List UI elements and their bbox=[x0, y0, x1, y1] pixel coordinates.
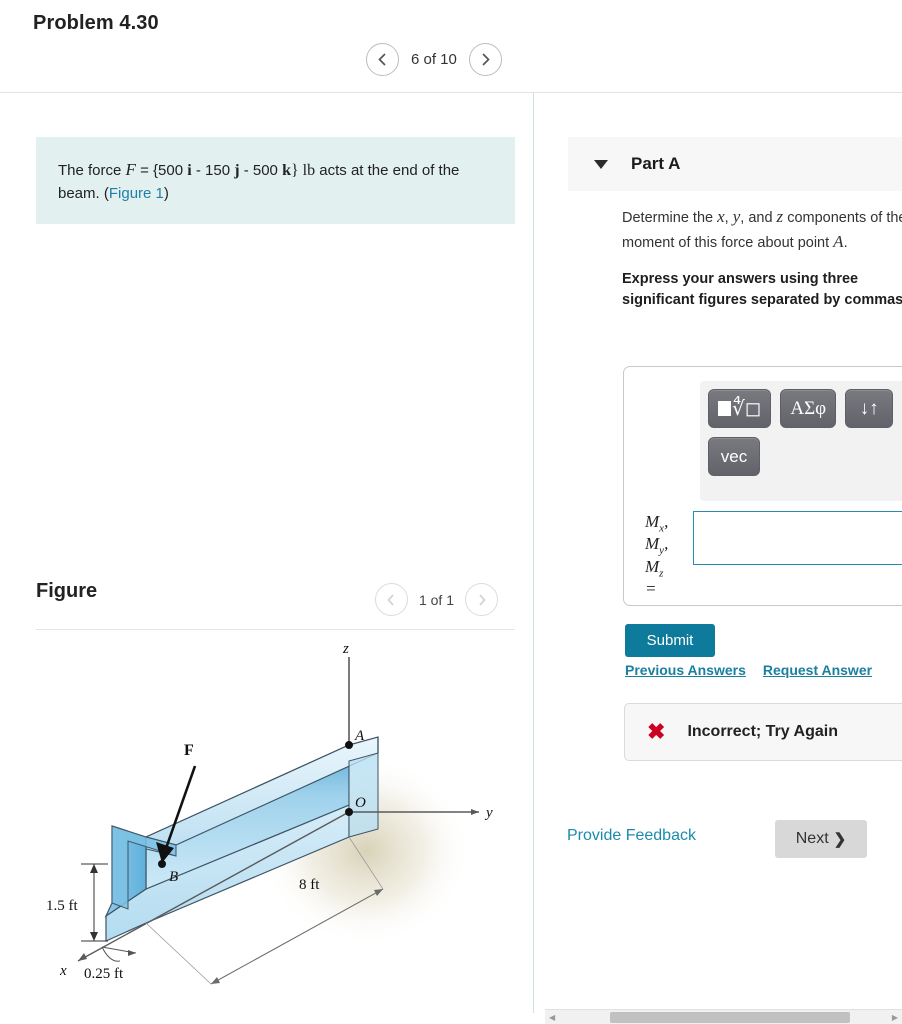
axis-z-label: z bbox=[342, 641, 349, 657]
point-a-label: A bbox=[354, 728, 365, 744]
point-a-marker bbox=[345, 741, 353, 749]
chevron-right-icon: ❯ bbox=[833, 831, 847, 848]
feedback-text: Incorrect; Try Again bbox=[687, 723, 838, 740]
dim-15ft-arrow-2 bbox=[90, 932, 98, 941]
axis-x-label: x bbox=[59, 963, 67, 979]
page-header: Problem 4.30 6 of 10 bbox=[0, 0, 902, 92]
math-toolbar-row-2: vec bbox=[708, 437, 902, 476]
scroll-right-arrow-icon[interactable]: ▶ bbox=[892, 1013, 898, 1022]
problem-statement: The force F = {500 i - 150 j - 500 k} lb… bbox=[36, 137, 515, 224]
page-title: Problem 4.30 bbox=[33, 12, 159, 34]
question-comma: , bbox=[724, 210, 733, 226]
part-a-label: Part A bbox=[631, 154, 681, 173]
force-symbol: F bbox=[125, 160, 136, 179]
part-a-body: Determine the x, y, and z components of … bbox=[622, 205, 902, 311]
submit-button[interactable]: Submit bbox=[625, 624, 715, 657]
label-mx-sub: x bbox=[659, 522, 665, 535]
label-mz: M bbox=[645, 556, 660, 576]
var-a: A bbox=[833, 231, 844, 251]
problem-navigation: 6 of 10 bbox=[366, 43, 502, 76]
x-mark-icon: ✖ bbox=[647, 719, 666, 744]
question-period: . bbox=[843, 234, 848, 251]
part-a-header[interactable]: Part A bbox=[568, 137, 902, 191]
unit-vector-k: k bbox=[282, 162, 291, 179]
dim-025ft-arrow bbox=[128, 950, 136, 956]
previous-answers-link[interactable]: Previous Answers bbox=[625, 662, 746, 678]
chevron-left-icon bbox=[378, 53, 386, 66]
dim-8ft-ext-1 bbox=[145, 922, 212, 985]
answer-equals: = bbox=[645, 578, 657, 598]
figure-header: Figure 1 of 1 bbox=[36, 580, 515, 628]
label-mx: M bbox=[645, 512, 660, 531]
dim-025ft-label: 0.25 ft bbox=[84, 966, 124, 982]
dim-15ft-arrow-1 bbox=[90, 864, 98, 873]
answer-variable-label: Mx, My, Mz = bbox=[645, 512, 669, 598]
answer-instruction: Express your answers using three signifi… bbox=[622, 271, 902, 309]
chevron-right-icon bbox=[482, 53, 490, 66]
problem-page: Problem 4.30 6 of 10 The force F = {500 … bbox=[0, 0, 902, 1024]
question-lead: Determine the bbox=[622, 210, 718, 226]
next-button[interactable]: Next ❯ bbox=[775, 820, 867, 858]
math-toolbar: ∜◻ ΑΣφ ↓↑ vec bbox=[700, 381, 902, 501]
statement-eq: = {500 bbox=[135, 162, 188, 179]
question-text: Determine the x, y, and z components of … bbox=[622, 205, 902, 254]
dim-8ft-label: 8 ft bbox=[299, 877, 320, 893]
point-b-label: B bbox=[169, 869, 178, 885]
dim-025ft-leader bbox=[101, 946, 121, 962]
point-o-label: O bbox=[355, 795, 366, 811]
label-my-sub: y bbox=[659, 544, 665, 557]
axis-x-arrow bbox=[78, 953, 87, 961]
undo-redo-button[interactable]: ↓↑ bbox=[845, 389, 894, 428]
math-template-button[interactable]: ∜◻ bbox=[708, 389, 772, 428]
label-my: M bbox=[645, 534, 660, 554]
caret-down-icon[interactable] bbox=[594, 159, 608, 169]
request-answer-link[interactable]: Request Answer bbox=[763, 662, 872, 678]
status-badge: ✖ Incorrect; Try Again bbox=[624, 703, 902, 761]
answer-row: Mx, My, Mz = bbox=[645, 511, 902, 598]
figure-diagram[interactable]: z y x A O B F 8 ft 1.5 ft 0.25 ft bbox=[36, 641, 515, 1024]
provide-feedback-link[interactable]: Provide Feedback bbox=[567, 827, 696, 845]
answer-panel: ∜◻ ΑΣφ ↓↑ vec Mx, My, Mz = bbox=[623, 366, 902, 606]
horizontal-scrollbar[interactable]: ◀ ▶ bbox=[545, 1009, 902, 1024]
figure-prev-button[interactable] bbox=[374, 583, 408, 616]
answer-links: Previous Answers Request Answer bbox=[625, 662, 872, 678]
axis-y-label: y bbox=[484, 805, 493, 821]
statement-unit: } lb bbox=[290, 162, 316, 179]
question-and: , and bbox=[740, 210, 777, 226]
math-toolbar-row-1: ∜◻ ΑΣφ ↓↑ bbox=[708, 389, 902, 428]
figure-next-button[interactable] bbox=[465, 583, 498, 616]
label-mz-sub: z bbox=[659, 566, 664, 579]
point-o-marker bbox=[345, 808, 353, 816]
greek-symbols-button[interactable]: ΑΣφ bbox=[780, 389, 837, 428]
statement-mid1: - 150 bbox=[191, 162, 235, 179]
problem-next-button[interactable] bbox=[468, 43, 502, 76]
statement-lead: The force bbox=[58, 162, 126, 179]
var-x: x bbox=[717, 207, 725, 226]
problem-counter: 6 of 10 bbox=[411, 51, 457, 68]
figure-counter: 1 of 1 bbox=[418, 591, 454, 608]
figure-1-link[interactable]: Figure 1 bbox=[109, 185, 164, 202]
figure-divider bbox=[36, 629, 515, 630]
axis-y-arrow bbox=[471, 809, 479, 815]
left-column: The force F = {500 i - 150 j - 500 k} lb… bbox=[0, 93, 533, 1024]
scrollbar-thumb[interactable] bbox=[610, 1012, 850, 1023]
template-icon bbox=[718, 401, 731, 416]
figure-title: Figure bbox=[36, 580, 98, 602]
scroll-left-arrow-icon[interactable]: ◀ bbox=[549, 1013, 555, 1022]
problem-prev-button[interactable] bbox=[366, 43, 399, 76]
figure-navigation: 1 of 1 bbox=[374, 583, 498, 616]
statement-tail2: ) bbox=[163, 185, 169, 202]
chevron-right-icon bbox=[478, 593, 486, 606]
vector-button[interactable]: vec bbox=[708, 437, 760, 476]
answer-input[interactable] bbox=[693, 511, 902, 565]
statement-mid2: - 500 bbox=[239, 162, 283, 179]
chevron-left-icon bbox=[387, 593, 395, 606]
dim-15ft-label: 1.5 ft bbox=[46, 898, 78, 914]
dim-8ft-arrow-1 bbox=[211, 977, 220, 984]
force-label: F bbox=[184, 742, 194, 759]
next-button-label: Next bbox=[795, 830, 829, 847]
right-column: Part A Determine the x, y, and z compone… bbox=[534, 93, 902, 1024]
